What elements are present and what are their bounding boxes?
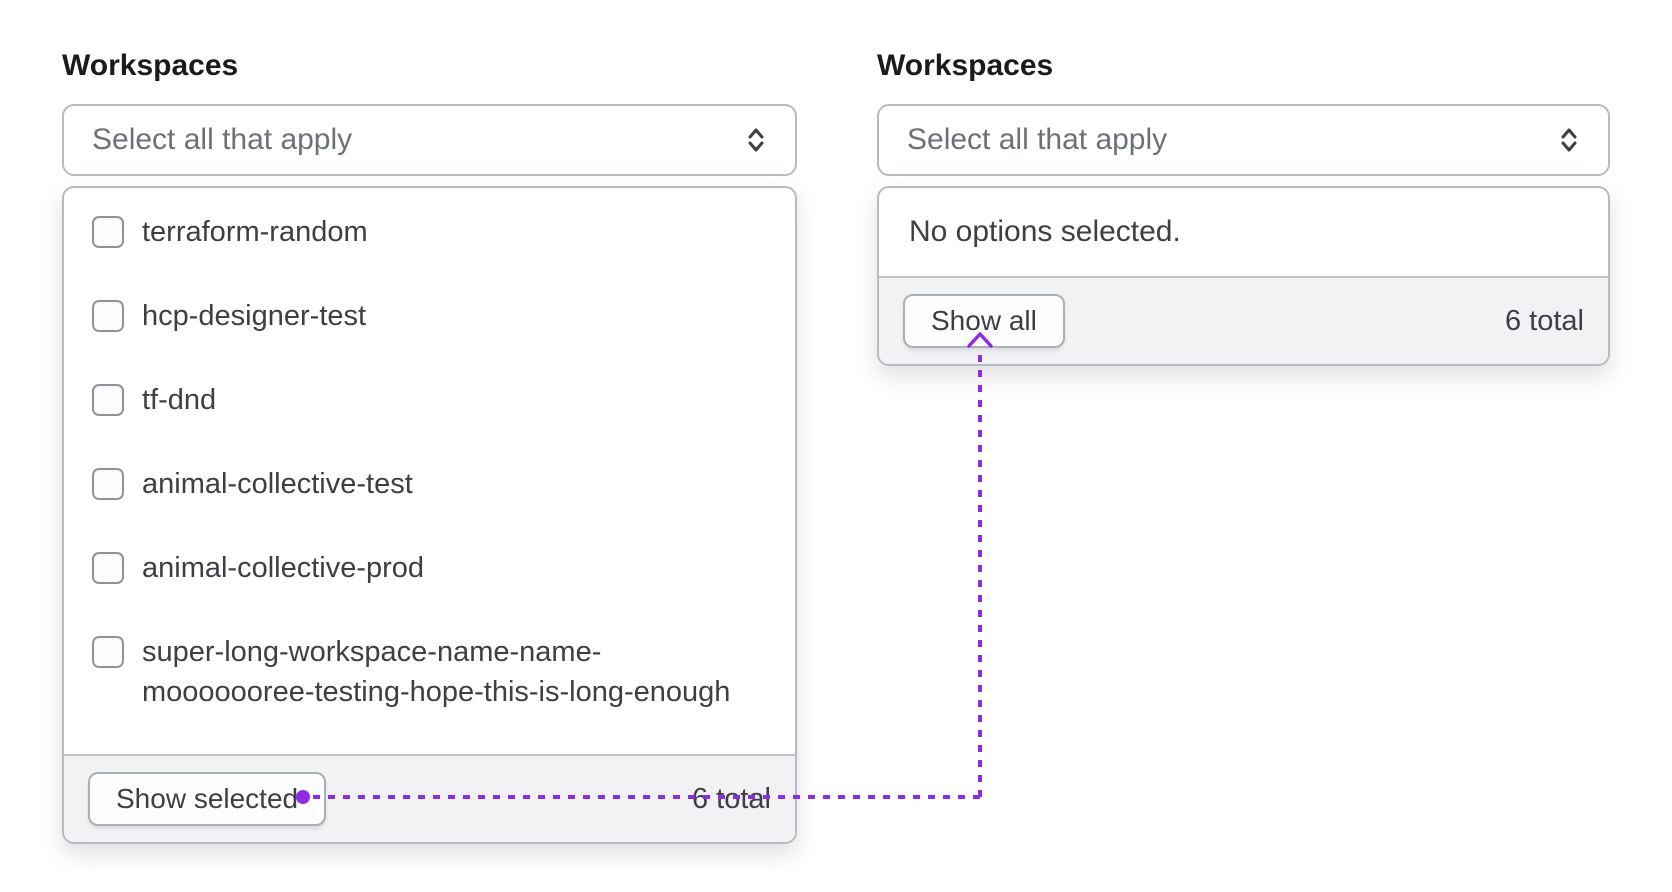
option-checkbox[interactable]: [92, 384, 124, 416]
options-dropdown-panel: terraform-random hcp-designer-test tf-dn…: [62, 186, 797, 844]
caret-sort-icon: [1561, 128, 1577, 152]
option-label: animal-collective-test: [142, 468, 413, 500]
option-row[interactable]: tf-dnd: [64, 358, 795, 442]
option-row[interactable]: super-long-workspace-name-name-moooooore…: [64, 610, 795, 734]
workspaces-label: Workspaces: [877, 49, 1054, 82]
workspaces-select-trigger[interactable]: Select all that apply: [877, 104, 1610, 176]
workspaces-multiselect-empty: Workspaces Select all that apply No opti…: [877, 50, 1610, 366]
option-row[interactable]: animal-collective-prod: [64, 526, 795, 610]
option-label: terraform-random: [142, 216, 368, 248]
workspaces-multiselect-expanded: Workspaces Select all that apply terrafo…: [62, 50, 797, 844]
show-all-button[interactable]: Show all: [903, 294, 1065, 348]
panel-footer: Show all 6 total: [879, 276, 1608, 364]
select-placeholder: Select all that apply: [92, 123, 353, 156]
option-checkbox[interactable]: [92, 552, 124, 584]
total-count: 6 total: [1505, 304, 1584, 337]
empty-dropdown-panel: No options selected. Show all 6 total: [877, 186, 1610, 366]
options-list: terraform-random hcp-designer-test tf-dn…: [64, 188, 795, 754]
option-label: hcp-designer-test: [142, 300, 367, 332]
caret-sort-icon: [748, 128, 764, 152]
option-label: super-long-workspace-name-name-moooooore…: [142, 636, 731, 708]
option-label: tf-dnd: [142, 384, 217, 416]
option-row[interactable]: hcp-designer-test: [64, 274, 795, 358]
option-row[interactable]: terraform-random: [64, 190, 795, 274]
total-count: 6 total: [692, 782, 771, 815]
option-checkbox[interactable]: [92, 300, 124, 332]
option-checkbox[interactable]: [92, 468, 124, 500]
workspaces-label: Workspaces: [62, 49, 239, 82]
panel-footer: Show selected 6 total: [64, 754, 795, 842]
empty-state-text: No options selected.: [909, 215, 1181, 248]
option-label: animal-collective-prod: [142, 552, 425, 584]
option-row[interactable]: animal-collective-test: [64, 442, 795, 526]
select-placeholder: Select all that apply: [907, 123, 1168, 156]
show-selected-button[interactable]: Show selected: [88, 772, 327, 826]
workspaces-select-trigger[interactable]: Select all that apply: [62, 104, 797, 176]
option-checkbox[interactable]: [92, 216, 124, 248]
option-checkbox[interactable]: [92, 636, 124, 668]
